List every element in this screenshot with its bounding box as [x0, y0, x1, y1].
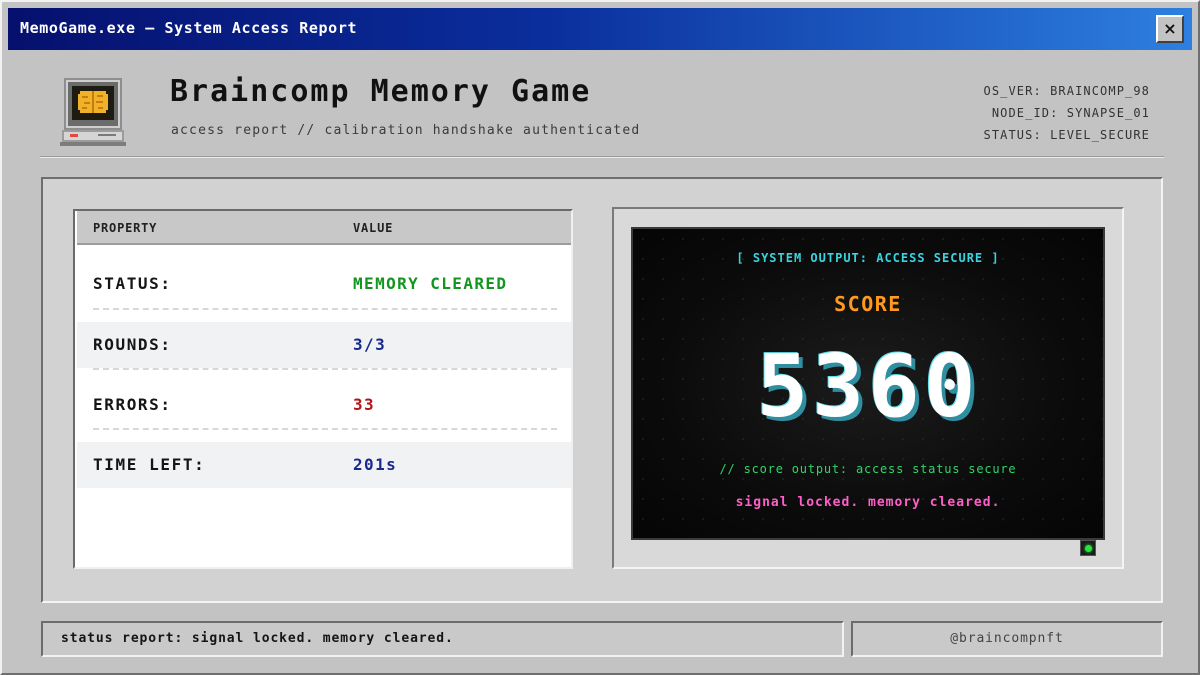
- row-value: 33: [353, 395, 376, 414]
- table-row-errors: ERRORS: 33: [77, 382, 571, 428]
- status-bar: status report: signal locked. memory cle…: [41, 621, 844, 657]
- table-header: PROPERTY VALUE: [77, 211, 571, 245]
- crt-monitor: [ SYSTEM OUTPUT: ACCESS SECURE ] SCORE 5…: [612, 207, 1124, 569]
- score-label: SCORE: [834, 292, 902, 316]
- window-title: MemoGame.exe – System Access Report: [20, 19, 358, 37]
- row-label: TIME LEFT:: [93, 455, 206, 474]
- main-panel: PROPERTY VALUE STATUS: MEMORY CLEARED RO…: [41, 177, 1163, 603]
- row-label: ROUNDS:: [93, 335, 172, 354]
- status-bar-text: status report: signal locked. memory cle…: [61, 631, 454, 646]
- brain-computer-icon: [58, 76, 128, 148]
- row-divider: [93, 368, 557, 370]
- sysinfo-os-version: OS_VER: BRAINCOMP_98: [983, 84, 1150, 98]
- row-value: 201s: [353, 455, 398, 474]
- score-output-text: // score output: access status secure: [719, 462, 1017, 476]
- app-window: MemoGame.exe – System Access Report × Br…: [0, 0, 1200, 675]
- title-bar[interactable]: MemoGame.exe – System Access Report ×: [8, 8, 1192, 50]
- table-row-time-left: TIME LEFT: 201s: [77, 442, 571, 488]
- report-header: Braincomp Memory Game access report // c…: [40, 62, 1164, 160]
- row-divider: [93, 428, 557, 430]
- page-title: Braincomp Memory Game: [170, 74, 592, 109]
- row-label: STATUS:: [93, 274, 172, 293]
- row-label: ERRORS:: [93, 395, 172, 414]
- power-led-icon: [1080, 540, 1096, 556]
- system-output-label: [ SYSTEM OUTPUT: ACCESS SECURE ]: [736, 251, 1000, 265]
- column-header-property: PROPERTY: [93, 221, 158, 235]
- column-header-value: VALUE: [353, 221, 394, 235]
- header-divider: [40, 156, 1164, 158]
- sysinfo-status: STATUS: LEVEL_SECURE: [983, 128, 1150, 142]
- row-divider: [93, 308, 557, 310]
- crt-screen: [ SYSTEM OUTPUT: ACCESS SECURE ] SCORE 5…: [631, 227, 1105, 540]
- report-table: PROPERTY VALUE STATUS: MEMORY CLEARED RO…: [73, 209, 573, 569]
- social-handle: @braincompnft: [950, 631, 1064, 646]
- page-subtitle: access report // calibration handshake a…: [171, 123, 641, 138]
- row-value: 3/3: [353, 335, 387, 354]
- sysinfo-node-id: NODE_ID: SYNAPSE_01: [991, 106, 1150, 120]
- table-row-status: STATUS: MEMORY CLEARED: [77, 261, 571, 307]
- score-value: 5360: [756, 337, 980, 437]
- row-value: MEMORY CLEARED: [353, 274, 508, 293]
- signal-message: signal locked. memory cleared.: [735, 495, 1001, 510]
- table-row-rounds: ROUNDS: 3/3: [77, 322, 571, 368]
- close-button[interactable]: ×: [1156, 15, 1184, 43]
- social-handle-box: @braincompnft: [851, 621, 1163, 657]
- system-info: OS_VER: BRAINCOMP_98 NODE_ID: SYNAPSE_01…: [984, 80, 1151, 146]
